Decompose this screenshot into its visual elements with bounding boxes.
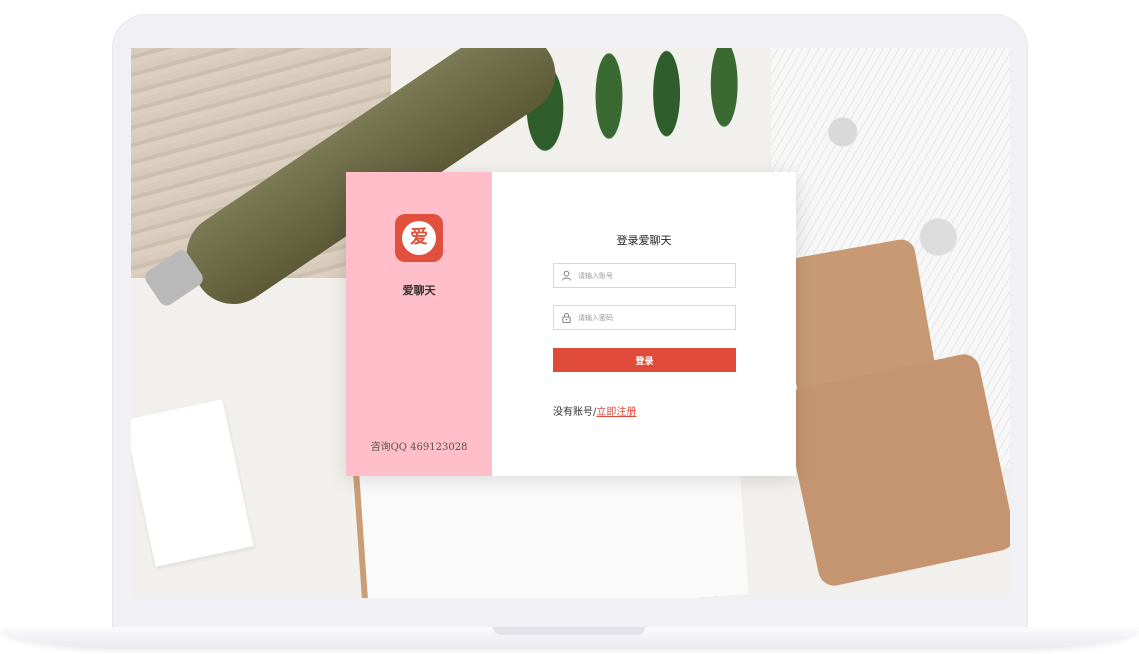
form-title: 登录爱聊天: [616, 234, 672, 247]
register-line: 没有账号/立即注册: [553, 403, 636, 418]
login-panel: 爱 爱聊天 咨询QQ 469123028 登录爱聊天 请输入账号 登录 没有账号…: [346, 172, 796, 476]
consult-qq: 咨询QQ 469123028: [370, 442, 468, 453]
account-input[interactable]: [578, 265, 728, 286]
lock-icon: [554, 306, 578, 329]
login-form: 登录爱聊天 登录 没有账号/立即注册: [492, 172, 796, 476]
background-card: [131, 399, 254, 567]
account-field[interactable]: [553, 263, 736, 288]
login-button[interactable]: 登录: [553, 348, 736, 372]
register-link[interactable]: 立即注册: [596, 407, 636, 418]
laptop-notch: [493, 627, 645, 635]
app-logo: 爱: [395, 214, 443, 262]
brand-sidebar: 爱 爱聊天 咨询QQ 469123028: [346, 172, 492, 476]
register-prompt: 没有账号/: [553, 407, 597, 418]
password-input[interactable]: [578, 307, 728, 328]
user-icon: [554, 264, 578, 287]
password-field[interactable]: [553, 305, 736, 330]
logo-glyph: 爱: [402, 221, 436, 255]
background-coaster: [780, 351, 1010, 589]
app-name: 爱聊天: [402, 284, 436, 297]
